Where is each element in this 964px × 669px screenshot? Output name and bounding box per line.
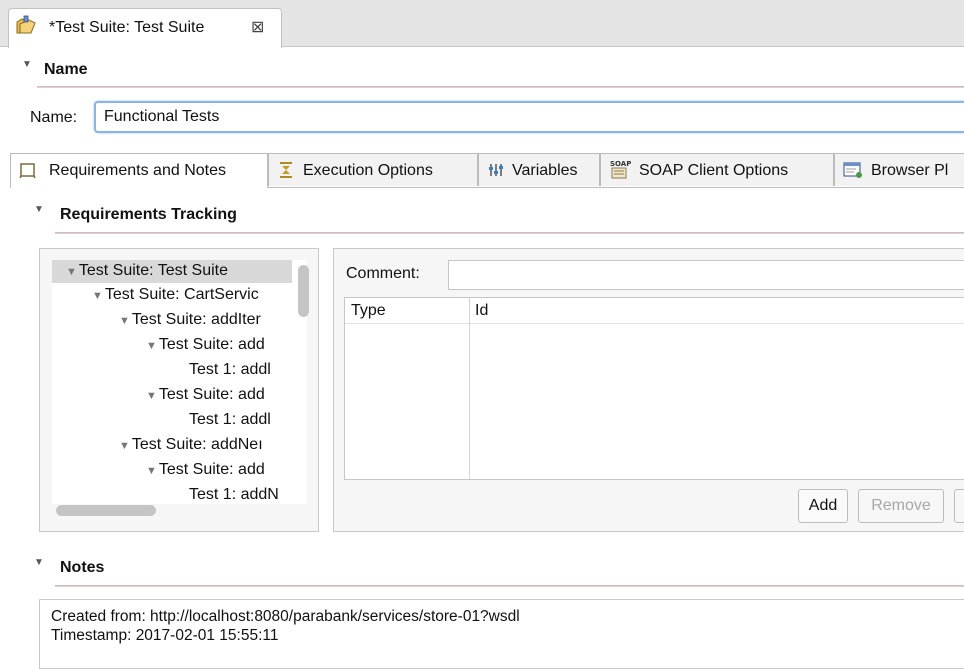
expand-triangle-icon[interactable]: ▼: [146, 465, 157, 477]
notes-section-header: Notes: [60, 559, 105, 576]
tree-item[interactable]: ▼ Test Suite: CartServic: [92, 286, 259, 304]
tab-soap-client-options[interactable]: SOAP SOAP Client Options: [600, 153, 834, 186]
notes-line-timestamp: Timestamp: 2017-02-01 15:55:11: [51, 627, 279, 644]
section-divider: [37, 86, 964, 88]
table-header: Type Id: [345, 298, 964, 324]
requirements-tree: ▼ Test Suite: Test Suite ▼ Test Suite: Car…: [52, 260, 307, 504]
collapse-caret-icon[interactable]: ▼: [34, 204, 44, 215]
comment-label: Comment:: [346, 265, 420, 282]
comment-input[interactable]: [449, 261, 961, 287]
expand-triangle-icon[interactable]: ▼: [146, 340, 157, 352]
test-suite-icon: [16, 15, 36, 34]
editor-tab[interactable]: *Test Suite: Test Suite ⊠: [8, 8, 282, 48]
tree-item[interactable]: ▼ Test Suite: Test Suite: [52, 260, 292, 283]
add-button[interactable]: Add: [798, 489, 848, 523]
section-divider: [55, 232, 964, 234]
name-input[interactable]: [96, 103, 964, 131]
tree-item[interactable]: Test 1: addl: [189, 361, 271, 379]
name-field-box: [94, 101, 964, 133]
execution-icon: [280, 162, 292, 178]
tab-variables[interactable]: Variables: [478, 153, 600, 186]
requirements-section-header: Requirements Tracking: [60, 206, 237, 223]
svg-text:SOAP: SOAP: [610, 160, 631, 168]
requirements-tree-panel: ▼ Test Suite: Test Suite ▼ Test Suite: Car…: [39, 248, 319, 532]
tree-vertical-scrollbar[interactable]: [298, 265, 309, 317]
tree-item[interactable]: ▼ Test Suite: addIter: [119, 311, 261, 329]
name-section-header: Name: [44, 61, 88, 78]
collapse-caret-icon[interactable]: ▼: [34, 557, 44, 568]
tab-execution-options[interactable]: Execution Options: [268, 153, 478, 186]
tab-label: Browser Pl: [871, 162, 949, 179]
close-icon[interactable]: ⊠: [251, 17, 264, 37]
name-field-label: Name:: [30, 109, 78, 126]
tab-label: Variables: [512, 162, 578, 179]
requirements-icon: [19, 163, 36, 179]
tab-label: Execution Options: [303, 162, 433, 179]
variables-icon: [489, 164, 503, 176]
requirements-table: Type Id: [344, 297, 964, 480]
remove-button[interactable]: Remove: [858, 489, 944, 523]
editor-tab-title: *Test Suite: Test Suite: [49, 19, 205, 36]
section-divider: [55, 585, 964, 587]
tab-browser-playback[interactable]: Browser Pl: [834, 153, 964, 186]
column-divider: [469, 298, 470, 479]
notes-textarea[interactable]: Created from: http://localhost:8080/para…: [39, 599, 964, 669]
clipped-button[interactable]: [954, 489, 964, 523]
requirement-details-panel: Comment: Type Id Add Remove: [333, 248, 964, 532]
browser-icon: [843, 162, 862, 178]
tree-horizontal-scrollbar[interactable]: [56, 505, 156, 516]
tab-label: SOAP Client Options: [639, 162, 789, 179]
editor-subtabs: Requirements and Notes Execution Options…: [10, 153, 964, 188]
notes-line-created-from: Created from: http://localhost:8080/para…: [51, 608, 520, 625]
column-header-type[interactable]: Type: [351, 302, 386, 320]
tree-item[interactable]: ▼ Test Suite: add: [146, 336, 265, 354]
column-header-id[interactable]: Id: [475, 302, 488, 320]
notes-text: Created from: http://localhost:8080/para…: [51, 607, 520, 645]
expand-triangle-icon[interactable]: ▼: [119, 315, 130, 327]
collapse-caret-icon[interactable]: ▼: [22, 59, 32, 70]
expand-triangle-icon[interactable]: ▼: [146, 390, 157, 402]
tree-item[interactable]: ▼ Test Suite: add: [146, 386, 265, 404]
expand-triangle-icon[interactable]: ▼: [92, 290, 103, 302]
expand-triangle-icon[interactable]: ▼: [66, 266, 77, 278]
comment-field-box: [448, 260, 964, 290]
editor-tab-bar: *Test Suite: Test Suite ⊠: [0, 0, 964, 48]
tree-item[interactable]: ▼ Test Suite: add: [146, 461, 265, 479]
soap-icon: SOAP: [610, 160, 631, 179]
tab-requirements-and-notes[interactable]: Requirements and Notes: [10, 153, 268, 188]
expand-triangle-icon[interactable]: ▼: [119, 440, 130, 452]
tree-item[interactable]: Test 1: addl: [189, 411, 271, 429]
tab-label: Requirements and Notes: [49, 162, 226, 179]
tree-item[interactable]: ▼ Test Suite: addNeı: [119, 436, 263, 454]
tree-item[interactable]: Test 1: addN: [189, 486, 279, 504]
